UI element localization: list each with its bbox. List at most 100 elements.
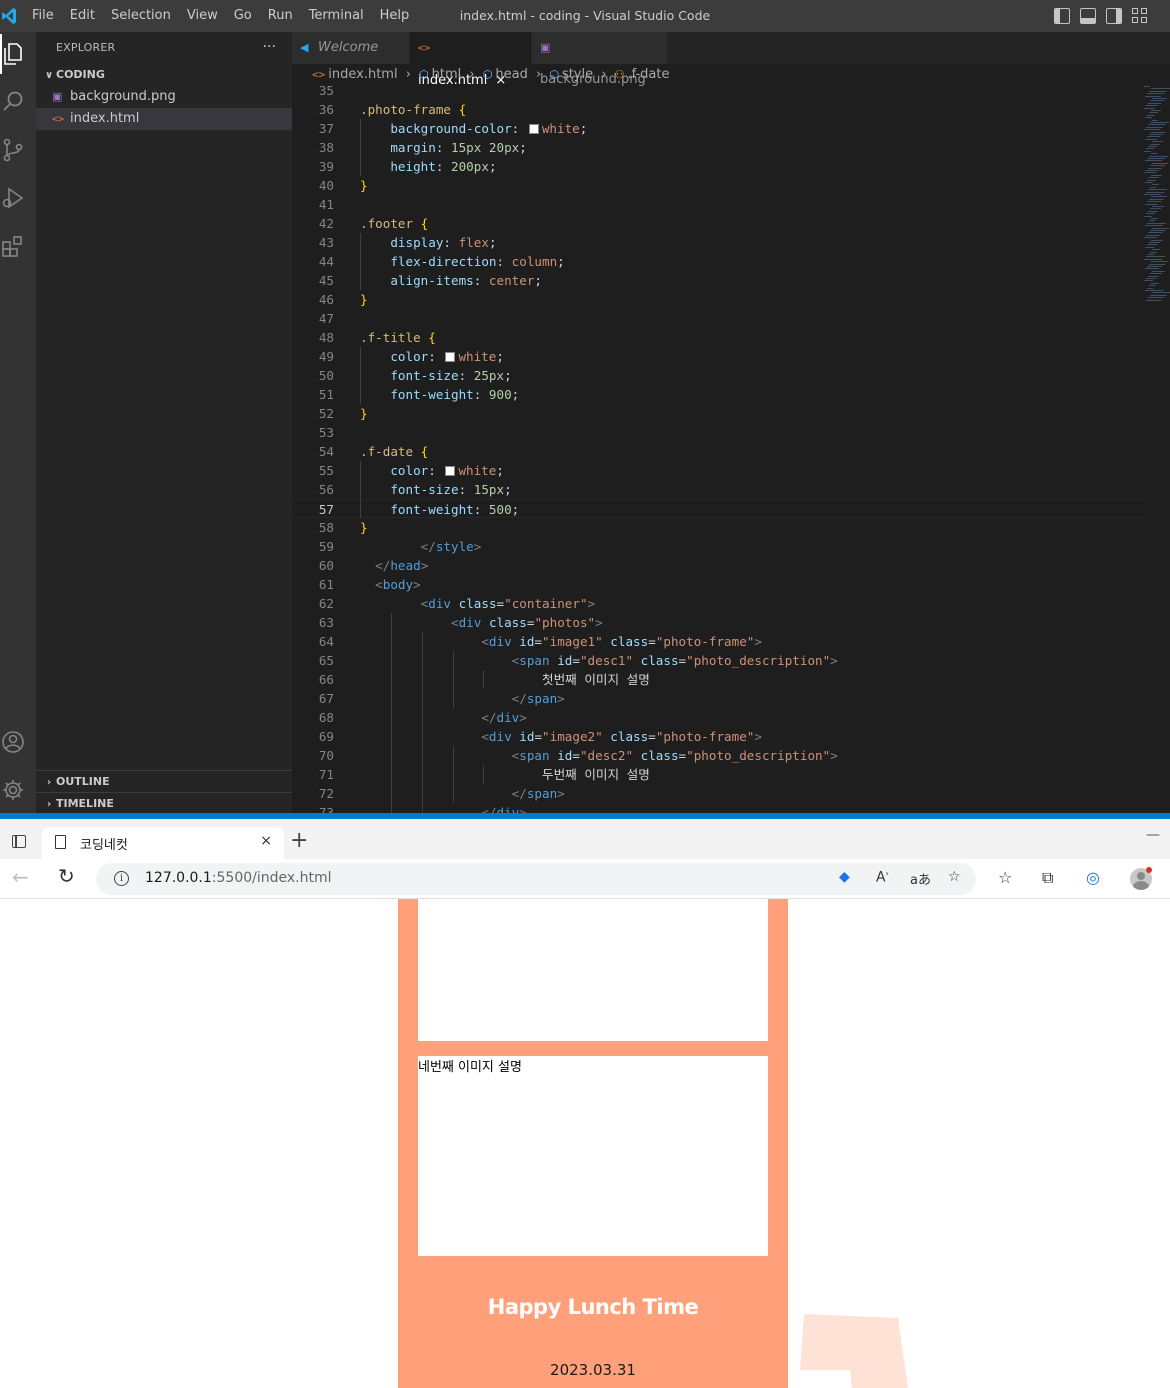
menu-go[interactable]: Go: [226, 0, 260, 32]
code-line[interactable]: 42 .footer {: [292, 214, 1144, 233]
add-favorite-icon[interactable]: ☆: [948, 869, 961, 885]
minimize-button[interactable]: —: [1146, 827, 1160, 843]
code-line[interactable]: 68 </div>: [292, 708, 1144, 727]
source-control-activity[interactable]: [0, 130, 36, 170]
minimap-line: [1144, 215, 1152, 217]
code-text: }: [360, 520, 368, 535]
code-line[interactable]: 40}: [292, 176, 1144, 195]
outline-section[interactable]: › OUTLINE: [36, 770, 292, 793]
code-line[interactable]: 57 font-weight: 500;: [292, 499, 1144, 518]
search-activity[interactable]: [0, 82, 36, 122]
tab-background-png[interactable]: ▣background.png: [532, 32, 668, 87]
address-bar[interactable]: i 127.0.0.1:5500/index.html ◆ A› aあ ☆: [96, 863, 976, 895]
code-line[interactable]: 54 .f-date {: [292, 442, 1144, 461]
favorites-icon[interactable]: ☆: [998, 868, 1012, 887]
code-line[interactable]: 35: [292, 86, 1144, 100]
code-line[interactable]: 39 height: 200px;: [292, 157, 1144, 176]
extensions-activity[interactable]: [0, 226, 36, 266]
menu-run[interactable]: Run: [260, 0, 301, 32]
minimap-line: [1145, 290, 1164, 291]
code-line[interactable]: 44 flex-direction: column;: [292, 252, 1144, 271]
menu-terminal[interactable]: Terminal: [301, 0, 372, 32]
code-line[interactable]: 58}: [292, 518, 1144, 537]
code-line[interactable]: 49 color: white;: [292, 347, 1144, 366]
code-line[interactable]: 55 color: white;: [292, 461, 1144, 480]
breadcrumb-head[interactable]: head: [495, 67, 527, 82]
timeline-section[interactable]: › TIMELINE: [36, 792, 292, 815]
vscode-logo-icon[interactable]: [2, 7, 16, 25]
edge-icon[interactable]: ◎: [1086, 868, 1100, 887]
accounts-activity[interactable]: [0, 722, 36, 762]
minimap[interactable]: [1144, 86, 1170, 316]
code-line[interactable]: 73 </div>: [292, 803, 1144, 813]
code-line[interactable]: 61 <body>: [292, 575, 1144, 594]
customize-layout-icon[interactable]: [1132, 8, 1148, 24]
breadcrumb-file[interactable]: index.html: [328, 67, 397, 82]
url-text[interactable]: 127.0.0.1:5500/index.html: [145, 870, 332, 886]
code-line[interactable]: 56 font-size: 15px;: [292, 480, 1144, 499]
code-text: align-items: center;: [390, 273, 543, 288]
code-line[interactable]: 62 <div class="container">: [292, 594, 1144, 613]
code-line[interactable]: 41: [292, 195, 1144, 214]
file-background-png[interactable]: ▣ background.png: [36, 86, 292, 108]
toggle-primary-sidebar-icon[interactable]: [1054, 8, 1070, 24]
code-line[interactable]: 38 margin: 15px 20px;: [292, 138, 1144, 157]
file-index-html[interactable]: <> index.html: [36, 108, 292, 130]
site-info-icon[interactable]: i: [114, 871, 129, 886]
line-number: 71: [318, 767, 334, 782]
read-aloud-icon[interactable]: A›: [876, 869, 889, 886]
reload-icon[interactable]: ↻: [58, 864, 75, 888]
menu-help[interactable]: Help: [372, 0, 418, 32]
coupon-tag-icon[interactable]: ◆: [839, 869, 850, 885]
code-line[interactable]: 51 font-weight: 900;: [292, 385, 1144, 404]
code-line[interactable]: 64 <div id="image1" class="photo-frame">: [292, 632, 1144, 651]
code-line[interactable]: 43 display: flex;: [292, 233, 1144, 252]
translate-icon[interactable]: aあ: [910, 869, 931, 888]
menu-selection[interactable]: Selection: [103, 0, 179, 32]
collections-icon[interactable]: ⧉: [1042, 868, 1053, 888]
new-tab-button[interactable]: +: [290, 829, 308, 853]
breadcrumb-html[interactable]: html: [432, 67, 462, 82]
code-line[interactable]: 53: [292, 423, 1144, 442]
code-line[interactable]: 50 font-size: 25px;: [292, 366, 1144, 385]
tab-actions-icon[interactable]: [12, 835, 26, 848]
back-arrow-icon[interactable]: ←: [12, 865, 29, 889]
menu-view[interactable]: View: [179, 0, 226, 32]
code-line[interactable]: 45 align-items: center;: [292, 271, 1144, 290]
code-line[interactable]: 47: [292, 309, 1144, 328]
tab-welcome[interactable]: ◀ Welcome: [292, 32, 410, 64]
code-line[interactable]: 70 <span id="desc2" class="photo_descrip…: [292, 746, 1144, 765]
menu-file[interactable]: File: [24, 0, 62, 32]
code-line[interactable]: 48 .f-title {: [292, 328, 1144, 347]
breadcrumb-style[interactable]: style: [562, 67, 593, 82]
code-text: </div>: [481, 710, 527, 725]
code-line[interactable]: 59 </style>: [292, 537, 1144, 556]
browser-tab[interactable]: 코딩네컷 ×: [42, 827, 284, 859]
code-editor[interactable]: 35 36 .photo-frame {37 background-color: w…: [292, 86, 1144, 813]
code-line[interactable]: 65 <span id="desc1" class="photo_descrip…: [292, 651, 1144, 670]
close-tab-icon[interactable]: ×: [260, 833, 272, 849]
code-text: font-weight: 900;: [390, 387, 520, 402]
folder-coding[interactable]: ∨ CODING: [36, 64, 292, 86]
code-line[interactable]: 37 background-color: white;: [292, 119, 1144, 138]
breadcrumb-selector[interactable]: .f-date: [627, 67, 669, 82]
code-line[interactable]: 36 .photo-frame {: [292, 100, 1144, 119]
code-line[interactable]: 71 두번째 이미지 설명: [292, 765, 1144, 784]
manage-activity[interactable]: [0, 770, 36, 810]
code-line[interactable]: 66 첫번째 이미지 설명: [292, 670, 1144, 689]
toggle-panel-icon[interactable]: [1080, 8, 1096, 24]
code-line[interactable]: 46}: [292, 290, 1144, 309]
more-actions-icon[interactable]: ···: [263, 32, 276, 62]
explorer-activity[interactable]: [0, 34, 36, 74]
run-debug-icon: [2, 187, 24, 209]
run-debug-activity[interactable]: [0, 178, 36, 218]
menu-edit[interactable]: Edit: [62, 0, 103, 32]
tab-index-html[interactable]: <>index.html ×: [410, 32, 532, 88]
code-line[interactable]: 67 </span>: [292, 689, 1144, 708]
code-line[interactable]: 52}: [292, 404, 1144, 423]
code-line[interactable]: 60 </head>: [292, 556, 1144, 575]
code-line[interactable]: 63 <div class="photos">: [292, 613, 1144, 632]
toggle-secondary-sidebar-icon[interactable]: [1106, 8, 1122, 24]
code-line[interactable]: 72 </span>: [292, 784, 1144, 803]
code-line[interactable]: 69 <div id="image2" class="photo-frame">: [292, 727, 1144, 746]
